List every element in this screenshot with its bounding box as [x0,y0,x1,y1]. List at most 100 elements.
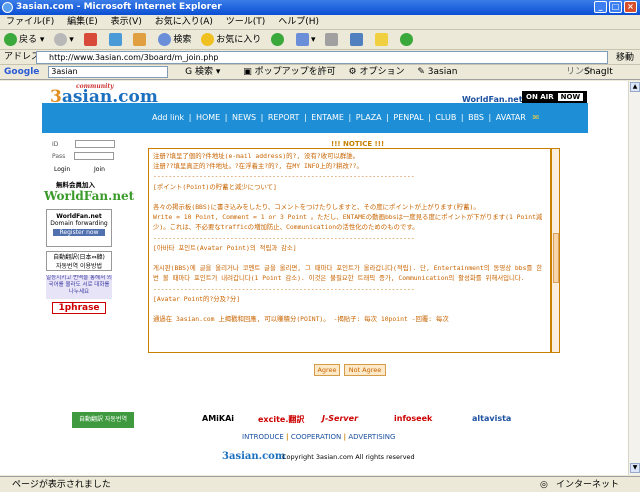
login-id-input[interactable] [75,139,116,148]
not-agree-button[interactable]: Not Agree [344,364,386,376]
nav-penpal[interactable]: PENPAL [393,113,423,122]
discuss-button[interactable] [375,30,390,50]
worldfan-logo[interactable]: WorldFan.net [44,189,134,203]
popup-allow-button[interactable]: ▣ ポップアップを許可 [243,67,335,77]
id-label: ID [52,141,59,148]
notice-line: [Avatar Point的?分及?分] [153,294,241,303]
amikai-logo[interactable]: AMiKAi [202,414,234,423]
back-button[interactable]: 戻る ▾ [4,30,44,50]
menu-view[interactable]: 表示(V) [111,17,142,27]
agree-button[interactable]: Agree [314,364,340,376]
mail-icon[interactable]: ✉ [532,113,539,122]
menu-favorites[interactable]: お気に入り(A) [155,17,213,27]
login-pass-input[interactable] [74,151,115,160]
ie-icon [2,2,13,13]
stop-icon [83,33,97,46]
stop-button[interactable] [83,30,99,50]
forward-button[interactable]: ▾ [54,30,74,50]
menu-file[interactable]: ファイル(F) [6,17,54,27]
free-member-link[interactable]: 無料会員加入 [56,179,95,189]
register-now-button[interactable]: Register now [53,229,105,236]
ad-text-box[interactable]: 일등시키고 번역을 통해서 외국어를 몰라도 서로 대화를 나누세요 [46,275,112,299]
infoseek-logo[interactable]: infoseek [394,414,432,423]
google-search-button[interactable]: G 検索 ▾ [185,67,220,77]
login-pass-row: Pass [52,151,115,161]
status-text: ページが表示されました [12,480,111,490]
edit-button[interactable] [350,30,365,50]
options-button[interactable]: ⚙ オプション [349,67,405,77]
history-icon [271,33,285,46]
partner-logos: 自動翻訳 자동번역 AMiKAi excite.翻訳 J-Server info… [72,412,535,428]
menu-tools[interactable]: ツール(T) [226,17,266,27]
pass-label: Pass [52,153,66,160]
footer-advertising[interactable]: ADVERTISING [348,433,395,441]
discuss-icon [375,33,389,46]
nav-add-link[interactable]: Add link [152,113,184,122]
auto-translate-banner[interactable]: 自動翻訳 자동번역 [72,412,134,428]
search-icon [158,33,172,46]
nav-club[interactable]: CLUB [435,113,456,122]
terms-scrollbar[interactable] [551,148,560,353]
auto-translate-box[interactable]: 自動翻訳(日本⇔韓) 자동번역 이용방법 [46,251,112,271]
nav-home[interactable]: HOME [196,113,220,122]
nav-news[interactable]: NEWS [232,113,256,122]
refresh-icon [108,33,122,46]
footer-links: INTRODUCE | COOPERATION | ADVERTISING [242,433,396,441]
nav-bbs[interactable]: BBS [468,113,484,122]
favorites-button[interactable]: お気に入り [201,30,261,50]
snagit-button[interactable]: SnagIt [584,65,613,80]
notice-line [153,304,546,314]
nav-report[interactable]: REPORT [268,113,300,122]
notice-line: ----------------------------------------… [153,233,415,242]
scroll-down-arrow[interactable]: ▼ [630,463,640,473]
star-icon [201,33,215,46]
google-logo: Google [4,67,40,77]
search-button[interactable]: 検索 [158,30,191,50]
copyright-text: Copyright 3asian.com All rights reserved [282,453,415,461]
login-link[interactable]: Login [54,166,70,173]
scroll-up-arrow[interactable]: ▲ [630,82,640,92]
status-bar: ページが表示されました ◎ インターネット [0,476,640,492]
terms-textarea[interactable]: 注册?填呈了個的?件地址(e-mail address)的?, 没有?收可以群誰… [148,148,551,353]
altavista-logo[interactable]: altavista [472,414,511,423]
zone-text: インターネット [556,480,620,490]
address-bar: アドレス(D) http://www.3asian.com/3board/m_j… [0,50,640,65]
title-bar: 3asian.com - Microsoft Internet Explorer… [0,0,640,15]
page-scrollbar[interactable]: ▲ ▼ [628,81,640,475]
nav-avatar[interactable]: AVATAR [496,113,526,122]
maximize-button[interactable]: □ [609,1,622,13]
login-id-row: ID [52,139,116,149]
google-tab-button[interactable]: ✎ 3asian [417,67,457,77]
messenger-icon [400,33,413,46]
go-button[interactable]: 移動 [616,51,634,66]
mail-icon [295,33,309,46]
menu-edit[interactable]: 編集(E) [67,17,98,27]
excite-logo[interactable]: excite.翻訳 [258,414,304,425]
address-input[interactable]: http://www.3asian.com/3board/m_join.php [36,51,608,64]
print-button[interactable] [325,30,340,50]
home-button[interactable] [133,30,148,50]
notice-line: 各々の掲示板(BBS)に書き込みをしたり、コメントをつけたりしますと、その度にポ… [153,203,480,212]
browser-window: 3asian.com - Microsoft Internet Explorer… [0,0,640,492]
jserver-logo[interactable]: J-Server [322,414,358,423]
refresh-button[interactable] [108,30,124,50]
messenger-button[interactable] [400,30,415,50]
footer-introduce[interactable]: INTRODUCE [242,433,284,441]
nav-entame[interactable]: ENTAME [311,113,344,122]
mail-button[interactable]: ▾ [295,30,316,50]
phrase-banner[interactable]: 1phrase [52,302,106,314]
footer-cooperation[interactable]: COOPERATION [291,433,341,441]
history-button[interactable] [271,30,286,50]
worldfan-box[interactable]: WorldFan.net Domain forwarding Register … [46,209,112,247]
minimize-button[interactable]: _ [594,1,607,13]
close-button[interactable]: × [624,1,637,13]
notice-title: !!! NOTICE !!! [331,140,385,148]
footer-logo[interactable]: 3asian.com [222,451,285,462]
terms-scroll-thumb[interactable] [553,233,559,283]
nav-plaza[interactable]: PLAZA [356,113,382,122]
home-icon [133,33,147,46]
menu-help[interactable]: ヘルプ(H) [278,17,319,27]
forward-arrow-icon [54,33,68,46]
join-link[interactable]: Join [94,166,105,173]
google-search-input[interactable]: 3asian [48,65,169,78]
